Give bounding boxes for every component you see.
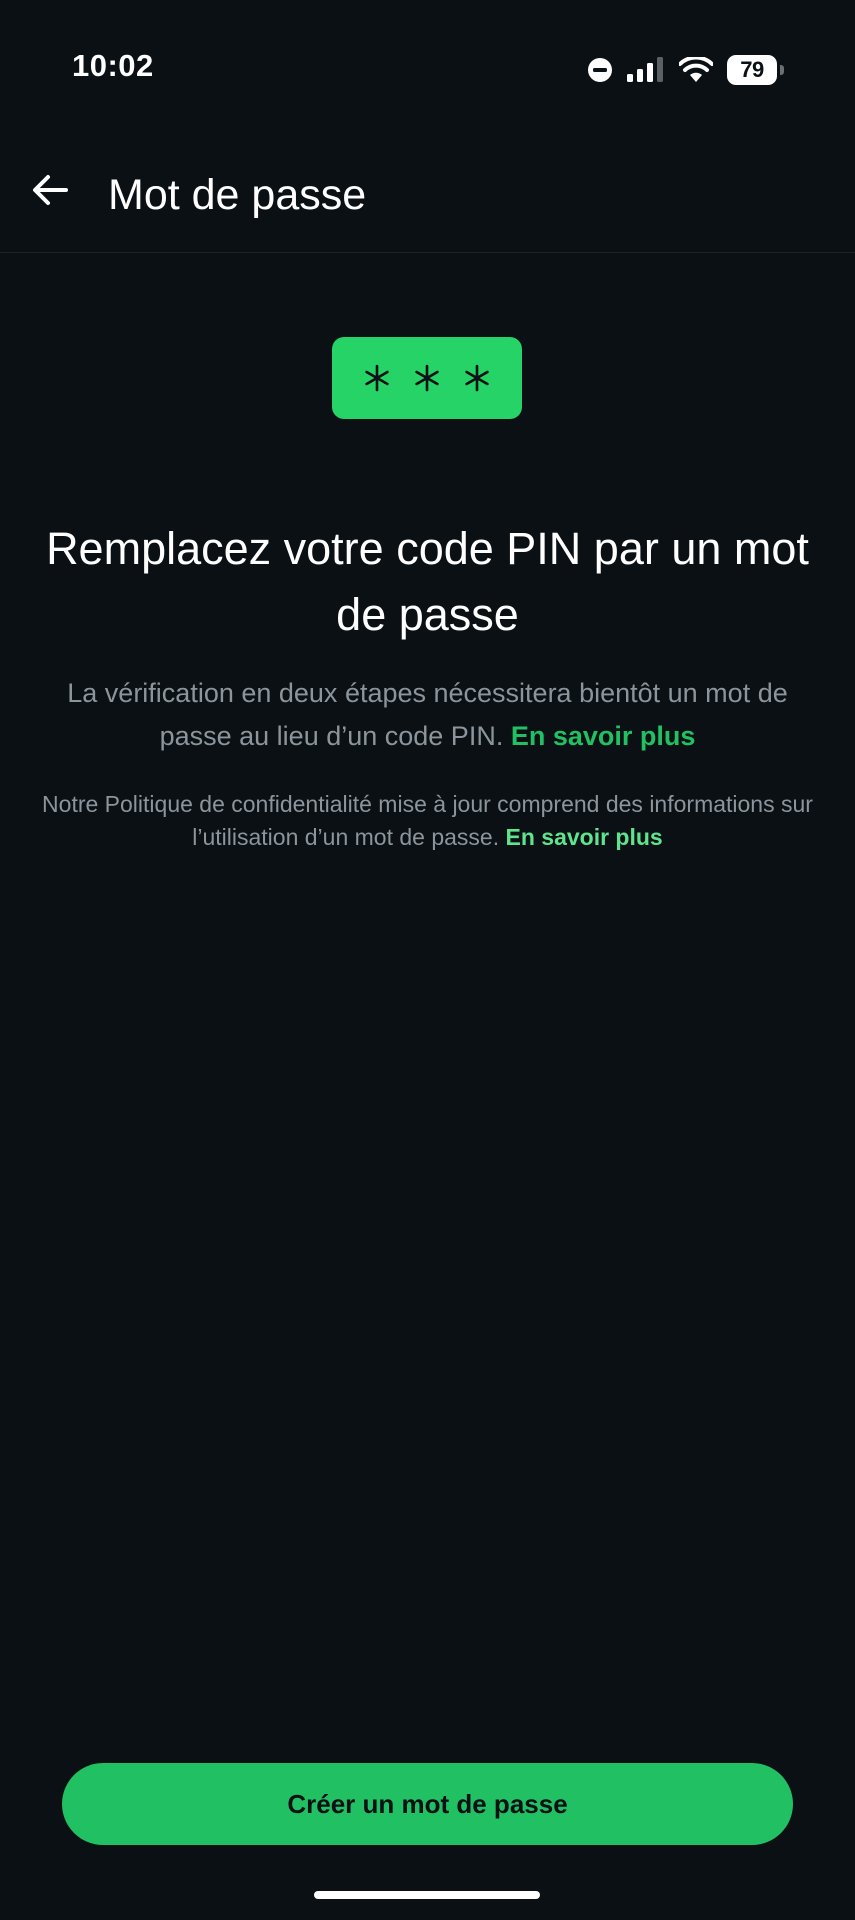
battery-icon: 79 [727,55,785,85]
battery-cap [780,65,784,75]
description: La vérification en deux étapes nécessite… [50,672,805,758]
status-icons: 79 [587,50,785,90]
arrow-left-icon [31,173,69,212]
asterisk-icon [463,364,491,392]
home-indicator[interactable] [314,1891,540,1899]
page-title: Mot de passe [108,171,367,219]
policy-note: Notre Politique de confidentialité mise … [40,788,815,854]
wifi-icon [679,57,713,83]
app-bar: Mot de passe [0,140,855,253]
status-bar: 10:02 79 [0,0,855,140]
asterisk-icon [363,364,391,392]
asterisk-icon [413,364,441,392]
policy-text: Notre Politique de confidentialité mise … [42,791,813,850]
pin-illustration [332,337,522,419]
back-button[interactable] [20,162,80,222]
policy-learn-more-link[interactable]: En savoir plus [506,824,663,850]
signal-icon [627,57,665,83]
create-password-button[interactable]: Créer un mot de passe [62,1763,793,1845]
status-time: 10:02 [72,48,154,83]
headline: Remplacez votre code PIN par un mot de p… [46,523,809,640]
do-not-disturb-icon [587,57,613,83]
learn-more-link[interactable]: En savoir plus [511,721,696,751]
battery-level: 79 [727,55,777,85]
